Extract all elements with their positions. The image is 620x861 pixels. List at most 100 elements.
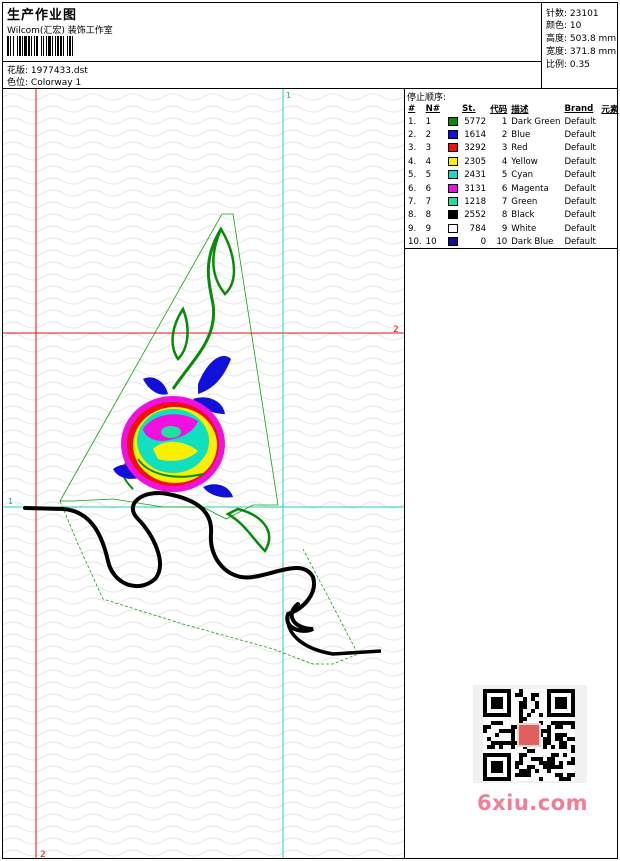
qr-module (571, 737, 575, 741)
row-element (599, 182, 620, 195)
row-code: 6 (501, 183, 508, 194)
row-stitch-cell: 0 (446, 236, 488, 249)
row-code: 7 (501, 197, 508, 208)
qr-module (511, 741, 515, 745)
row-element (599, 236, 620, 249)
row-stitches: 0 (480, 237, 487, 248)
color-row: 9. 9 784 9 White Default (406, 222, 620, 235)
row-needle: 10 (425, 237, 437, 248)
row-index: 2. (408, 130, 417, 141)
qr-module (519, 709, 523, 713)
color-swatch (448, 197, 459, 207)
qr-module (523, 705, 527, 709)
color-row: 10. 10 0 10 Dark Blue Default (406, 236, 620, 249)
color-swatch (448, 156, 459, 166)
qr-pattern (483, 689, 575, 781)
stat-label: 高度: (546, 34, 568, 44)
col-index: # (408, 103, 416, 114)
qr-module (555, 721, 559, 725)
color-swatch (448, 143, 459, 153)
row-brand: Default (564, 156, 596, 167)
row-stitch-cell: 3131 (446, 182, 488, 195)
qr-module (539, 713, 543, 717)
color-table: # N# St. 代码 描述 Brand 元素 1. 1 5772 1 Dark Gre… (406, 102, 620, 249)
qr-module (531, 693, 535, 697)
qr-module (523, 769, 527, 773)
qr-module (567, 737, 571, 741)
row-brand: Default (564, 223, 596, 234)
qr-module (547, 769, 551, 773)
stat-label: 宽度: (546, 47, 568, 57)
qr-module (551, 765, 555, 769)
qr-module (519, 761, 523, 765)
row-stitch-cell: 2305 (446, 155, 488, 168)
row-code: 5 (501, 170, 508, 181)
row-index: 3. (408, 143, 417, 154)
row-code: 3 (501, 143, 508, 154)
row-brand: Default (564, 210, 596, 221)
row-index: 1. (408, 116, 417, 127)
qr-module (491, 741, 495, 745)
qr-module (495, 741, 499, 745)
qr-module (523, 701, 527, 705)
row-needle: 5 (425, 170, 432, 181)
qr-module (519, 705, 523, 709)
barcode-bar (73, 36, 75, 56)
design-width: 宽度: 371.8 mm (546, 44, 616, 57)
qr-module (547, 725, 551, 729)
color-swatch (448, 183, 459, 193)
stat-value: 371.8 mm (569, 47, 617, 57)
qr-module (535, 705, 539, 709)
row-needle: 9 (425, 223, 432, 234)
qr-module (547, 741, 551, 745)
color-row: 8. 8 2552 8 Black Default (406, 209, 620, 222)
row-code: 2 (501, 130, 508, 141)
qr-module (527, 749, 531, 753)
qr-finder-core (555, 697, 567, 709)
stat-value: 0.35 (569, 60, 590, 70)
qr-module (531, 697, 535, 701)
qr-module (543, 729, 547, 733)
qr-module (527, 769, 531, 773)
row-stitches: 1218 (464, 197, 487, 208)
row-brand: Default (564, 170, 596, 181)
qr-module (559, 765, 563, 769)
color-row: 4. 4 2305 4 Yellow Default (406, 155, 620, 168)
row-brand: Default (564, 143, 596, 154)
row-description: Magenta (511, 183, 549, 194)
qr-module (543, 745, 547, 749)
row-stitches: 784 (469, 223, 487, 234)
header-info: 生产作业图 Wilcom(汇宏) 装饰工作室 花版: 1977433.dst 色… (3, 3, 541, 89)
qr-center-mark (519, 725, 539, 745)
qr-module (519, 769, 523, 773)
row-element (599, 169, 620, 182)
red-vertical-label: 2 (40, 850, 46, 858)
colorway: 色位: Colorway 1 (7, 75, 81, 88)
row-index: 10. (408, 237, 422, 248)
row-brand: Default (564, 130, 596, 141)
qr-module (563, 753, 567, 757)
qr-module (519, 753, 523, 757)
qr-module (547, 757, 551, 761)
row-stitches: 5772 (464, 116, 487, 127)
qr-module (511, 737, 515, 741)
qr-module (559, 773, 563, 777)
qr-module (547, 733, 551, 737)
cyan-horizontal-label: 1 (8, 497, 13, 506)
qr-module (567, 721, 571, 725)
qr-module (547, 729, 551, 733)
qr-module (487, 737, 491, 741)
color-swatch (448, 237, 459, 247)
row-index: 5. (408, 170, 417, 181)
qr-module (539, 757, 543, 761)
color-row: 2. 2 1614 2 Blue Default (406, 128, 620, 141)
color-swatch (448, 116, 459, 126)
row-code: 9 (501, 223, 508, 234)
qr-module (555, 725, 559, 729)
qr-module (535, 757, 539, 761)
color-swatch (448, 130, 459, 140)
row-element (599, 142, 620, 155)
qr-module (531, 749, 535, 753)
row-element (599, 222, 620, 235)
qr-module (547, 737, 551, 741)
